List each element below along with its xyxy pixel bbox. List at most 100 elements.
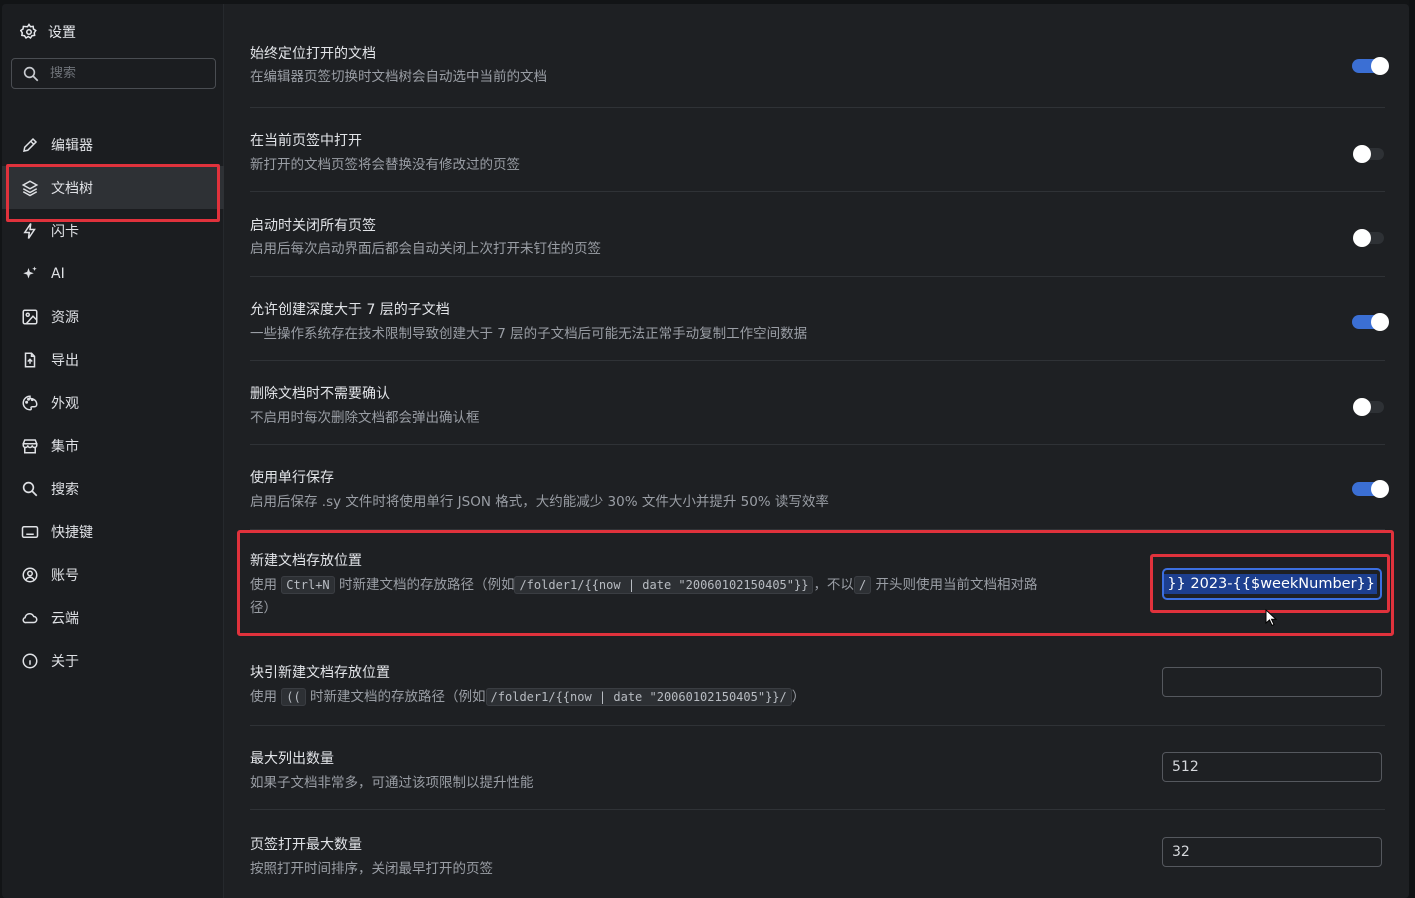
setting-desc: 使用 Ctrl+N 时新建文档的存放路径（例如/folder1/{{now | … (250, 574, 1037, 597)
setting-desc: 新打开的文档页签将会替换没有修改过的页签 (250, 157, 520, 173)
max-open-tabs-input[interactable] (1162, 837, 1382, 867)
sidebar-nav: 编辑器 文档树 闪卡 AI 资源 导出 外观 集市 搜索 快捷键 账号 云端 关… (2, 123, 224, 682)
search-icon (22, 481, 38, 496)
sidebar-item-search[interactable]: 搜索 (2, 467, 224, 510)
kbd-ctrl-n: Ctrl+N (281, 576, 335, 594)
window-edge (1409, 0, 1415, 898)
code-slash: / (853, 576, 872, 594)
sidebar-item-keymap[interactable]: 快捷键 (2, 510, 224, 553)
setting-open-in-current-tab: 在当前页签中打开 新打开的文档页签将会替换没有修改过的页签 (250, 108, 1385, 192)
account-icon (22, 567, 38, 582)
sidebar-item-label: 关于 (51, 653, 79, 670)
toggle-open-in-current-tab[interactable] (1353, 145, 1384, 163)
sidebar-item-flashcard[interactable]: 闪卡 (2, 209, 224, 252)
setting-desc: 在编辑器页签切换时文档树会自动选中当前的文档 (250, 69, 547, 85)
toggle-knob (1371, 313, 1389, 331)
settings-sidebar: 设置 编辑器 文档树 闪卡 AI (2, 4, 224, 898)
settings-title-label: 设置 (48, 25, 76, 41)
setting-title: 最大列出数量 (250, 751, 334, 767)
sidebar-item-label: AI (51, 265, 65, 282)
sidebar-search-box[interactable] (11, 58, 216, 89)
setting-desc: 启用后保存 .sy 文件时将使用单行 JSON 格式，大约能减少 30% 文件大… (250, 494, 829, 510)
desc-text: 使用 (250, 577, 277, 593)
sidebar-item-label: 闪卡 (51, 223, 79, 240)
desc-text: 开头则使用当前文档相对路 (875, 577, 1038, 593)
setting-allow-deep-docs: 允许创建深度大于 7 层的子文档 一些操作系统存在技术限制导致创建大于 7 层的… (250, 277, 1389, 361)
code-example-path: /folder1/{{now | date "20060102150405"}}… (485, 688, 792, 706)
keyboard-icon (21, 525, 39, 538)
sidebar-item-label: 资源 (51, 309, 79, 326)
sidebar-item-about[interactable]: 关于 (2, 639, 224, 682)
sidebar-item-assets[interactable]: 资源 (2, 295, 224, 338)
toggle-close-tabs-on-start[interactable] (1353, 229, 1384, 247)
settings-title: 设置 (20, 20, 76, 44)
setting-desc-continued: 径） (250, 600, 277, 616)
selected-input-text: 7 }} 2023-{{$weekNumber}} (1164, 574, 1377, 594)
new-doc-path-input[interactable]: 7 }} 2023-{{$weekNumber}} (1162, 568, 1382, 600)
sidebar-item-appearance[interactable]: 外观 (2, 381, 224, 424)
toggle-single-line-save[interactable] (1352, 480, 1389, 498)
setting-single-line-save: 使用单行保存 启用后保存 .sy 文件时将使用单行 JSON 格式，大约能减少 … (250, 445, 1389, 530)
sidebar-item-label: 云端 (51, 610, 79, 627)
pencil-icon (23, 137, 38, 152)
lightning-icon (23, 222, 36, 239)
max-list-count-input[interactable] (1162, 752, 1382, 782)
sidebar-item-label: 快捷键 (51, 524, 93, 541)
sidebar-search-input[interactable] (50, 66, 200, 81)
toggle-knob (1353, 398, 1371, 416)
sidebar-item-bazaar[interactable]: 集市 (2, 424, 224, 467)
setting-title: 在当前页签中打开 (250, 133, 362, 149)
setting-title: 始终定位打开的文档 (250, 46, 376, 62)
sidebar-item-cloud[interactable]: 云端 (2, 596, 224, 639)
setting-title: 允许创建深度大于 7 层的子文档 (250, 302, 450, 318)
setting-desc: 不启用时每次删除文档都会弹出确认框 (250, 410, 480, 426)
toggle-allow-deep-docs[interactable] (1352, 313, 1389, 331)
store-icon (22, 438, 38, 453)
cloud-icon (22, 612, 38, 623)
sidebar-item-account[interactable]: 账号 (2, 553, 224, 596)
setting-title: 页签打开最大数量 (250, 837, 362, 853)
sidebar-item-filetree[interactable]: 文档树 (2, 164, 224, 222)
palette-icon (22, 394, 38, 411)
sidebar-item-ai[interactable]: AI (2, 252, 224, 295)
layers-icon (21, 179, 39, 196)
toggle-delete-no-confirm[interactable] (1353, 398, 1384, 416)
toggle-knob (1371, 480, 1389, 498)
sidebar-item-label: 集市 (51, 438, 79, 455)
setting-desc: 一些操作系统存在技术限制导致创建大于 7 层的子文档后可能无法正常手动复制工作空… (250, 326, 808, 342)
setting-desc: 如果子文档非常多，可通过该项限制以提升性能 (250, 775, 534, 791)
setting-title: 删除文档时不需要确认 (250, 386, 390, 402)
setting-title: 块引新建文档存放位置 (250, 665, 390, 681)
sidebar-item-label: 账号 (51, 567, 79, 584)
setting-desc: 按照打开时间排序，关闭最早打开的页签 (250, 861, 493, 877)
info-icon (22, 653, 38, 668)
gear-icon (20, 23, 37, 40)
sidebar-item-export[interactable]: 导出 (2, 338, 224, 381)
kbd-double-paren: (( (281, 688, 306, 706)
toggle-always-locate[interactable] (1352, 57, 1389, 75)
export-icon (24, 352, 36, 367)
desc-text: 时新建文档的存放路径（例如 (310, 689, 486, 705)
code-example-path: /folder1/{{now | date "20060102150405"}} (514, 576, 814, 594)
sidebar-item-label: 外观 (51, 395, 79, 412)
sidebar-item-label: 导出 (51, 352, 79, 369)
setting-title: 新建文档存放位置 (250, 553, 362, 569)
toggle-knob (1353, 229, 1371, 247)
desc-text: ，不以 (813, 577, 854, 593)
sidebar-item-editor[interactable]: 编辑器 (2, 123, 224, 166)
sidebar-item-label: 搜索 (51, 481, 79, 498)
mouse-cursor-icon (1265, 609, 1278, 627)
sidebar-item-label: 文档树 (51, 180, 93, 197)
toggle-knob (1353, 145, 1371, 163)
desc-text: ） (791, 689, 806, 705)
desc-text: 使用 (250, 689, 277, 705)
toggle-knob (1371, 57, 1389, 75)
blockref-doc-path-input[interactable] (1162, 667, 1382, 697)
sparkle-icon (23, 266, 37, 278)
image-icon (22, 309, 38, 324)
setting-delete-no-confirm: 删除文档时不需要确认 不启用时每次删除文档都会弹出确认框 (250, 361, 1385, 445)
search-icon (23, 66, 39, 81)
desc-text: 时新建文档的存放路径（例如 (338, 577, 515, 593)
setting-title: 启动时关闭所有页签 (250, 218, 376, 234)
setting-desc: 启用后每次启动界面后都会自动关闭上次打开未钉住的页签 (250, 241, 601, 257)
